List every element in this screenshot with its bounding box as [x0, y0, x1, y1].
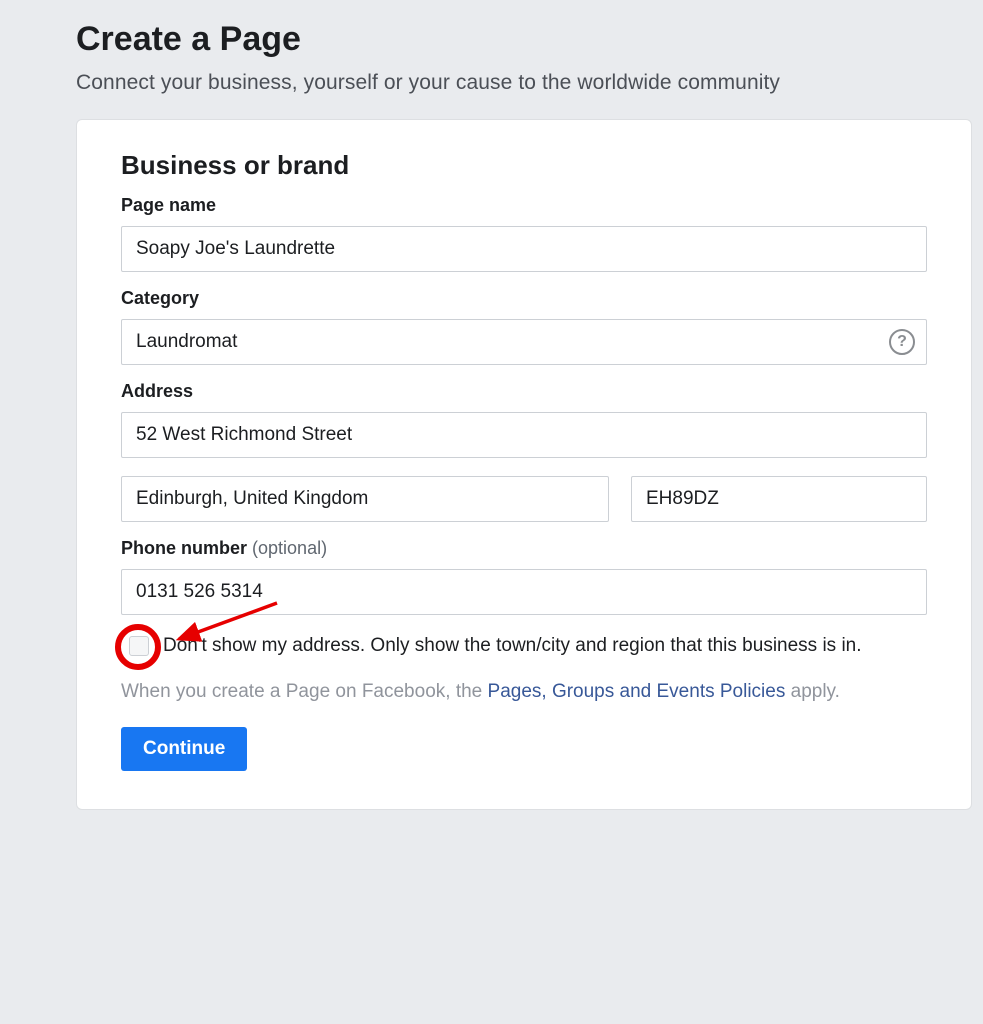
hide-address-checkbox[interactable] — [129, 636, 149, 656]
policy-text: When you create a Page on Facebook, the … — [121, 678, 927, 706]
continue-button[interactable]: Continue — [121, 727, 247, 771]
page-name-field: Page name — [121, 195, 927, 272]
phone-input[interactable] — [121, 569, 927, 615]
category-label: Category — [121, 288, 927, 309]
help-icon[interactable]: ? — [889, 329, 915, 355]
phone-field: Phone number (optional) — [121, 538, 927, 615]
policies-link[interactable]: Pages, Groups and Events Policies — [488, 681, 786, 702]
page-container: Create a Page Connect your business, you… — [0, 0, 983, 810]
hide-address-label: Don't show my address. Only show the tow… — [163, 633, 862, 660]
page-name-label: Page name — [121, 195, 927, 216]
page-subtitle: Connect your business, yourself or your … — [76, 71, 907, 95]
page-name-input[interactable] — [121, 226, 927, 272]
form-card: Business or brand Page name Category ? A… — [76, 119, 972, 810]
hide-address-row: Don't show my address. Only show the tow… — [121, 633, 927, 660]
address-postcode-input[interactable] — [631, 476, 927, 522]
phone-optional-text: (optional) — [252, 538, 327, 558]
address-city-input[interactable] — [121, 476, 609, 522]
address-street-input[interactable] — [121, 412, 927, 458]
card-title: Business or brand — [121, 150, 927, 181]
header: Create a Page Connect your business, you… — [0, 20, 983, 109]
category-field: Category ? — [121, 288, 927, 365]
category-input[interactable] — [121, 319, 927, 365]
page-title: Create a Page — [76, 20, 907, 59]
address-label: Address — [121, 381, 927, 402]
address-field: Address — [121, 381, 927, 522]
policy-suffix: apply. — [785, 681, 840, 702]
phone-label: Phone number (optional) — [121, 538, 927, 559]
policy-prefix: When you create a Page on Facebook, the — [121, 681, 488, 702]
phone-label-text: Phone number — [121, 538, 247, 558]
